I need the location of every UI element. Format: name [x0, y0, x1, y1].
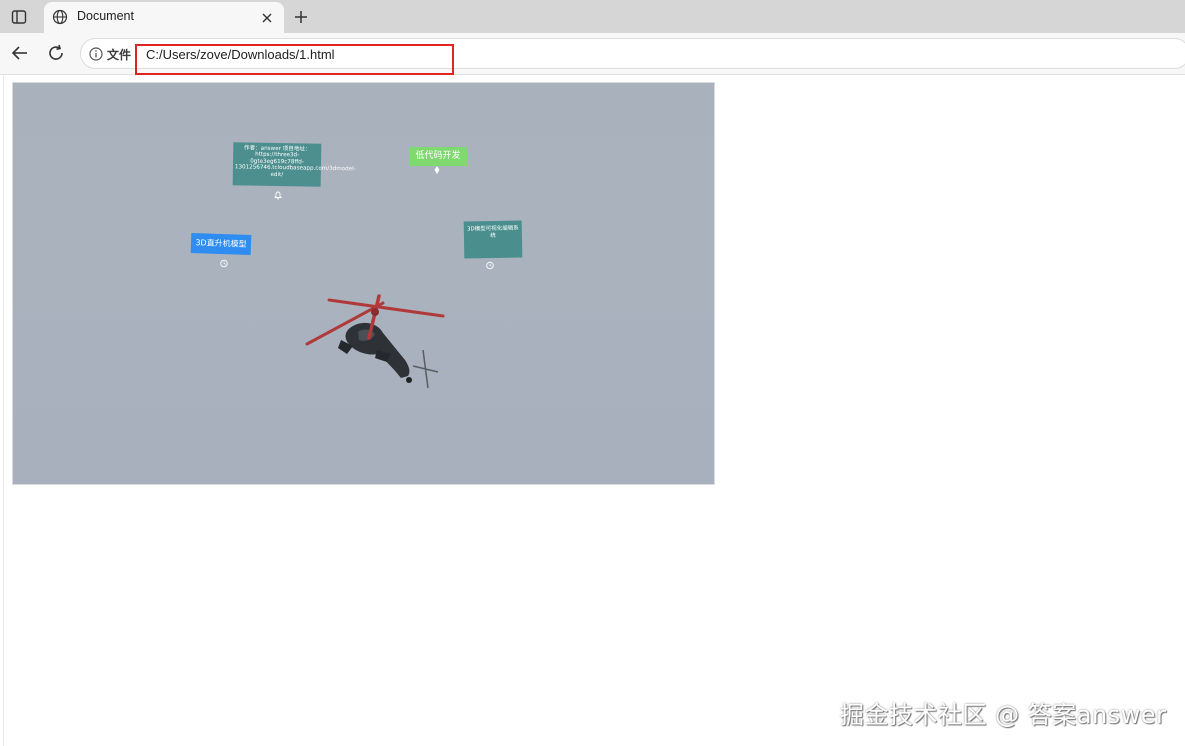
url-annotation-box [135, 44, 454, 75]
rotor-hub [371, 308, 379, 316]
sidebar-toggle-icon[interactable] [8, 6, 30, 28]
reload-icon [49, 44, 63, 60]
author-label-card[interactable]: 作者：answer 项目地址：https://three3d-0gte3eg61… [232, 142, 356, 187]
watermark: 掘金技术社区 @ 答案answer [840, 701, 1167, 729]
model-label-card[interactable]: 3D直升机模型 [190, 232, 252, 256]
close-icon[interactable] [260, 10, 274, 24]
content-divider [3, 75, 4, 746]
bell-icon [273, 191, 283, 200]
tab-title: Document [77, 9, 134, 23]
reload-button[interactable] [44, 41, 68, 65]
new-tab-button[interactable] [290, 6, 312, 28]
tail-wheel [406, 377, 412, 383]
tab-strip: Document [0, 0, 1185, 33]
plus-icon [295, 11, 307, 23]
marker-icon [434, 166, 440, 174]
main-rotor-blade [327, 298, 445, 318]
globe-icon [52, 9, 68, 25]
back-button[interactable] [8, 41, 32, 65]
helicopter-model[interactable] [283, 288, 453, 398]
site-info-label: 文件 [107, 47, 132, 62]
alarm-icon [486, 261, 494, 270]
3d-scene-canvas[interactable]: 作者：answer 项目地址：https://three3d-0gte3eg61… [12, 82, 715, 485]
editor-label-card[interactable]: 3D模型可视化编辑系统 [463, 220, 523, 259]
info-icon [89, 47, 103, 61]
alarm-icon [220, 259, 228, 268]
site-info-button[interactable]: 文件 [89, 46, 131, 62]
low-code-label-card[interactable]: 低代码开发 [409, 147, 467, 166]
tab-document[interactable]: Document [44, 2, 284, 33]
arrow-left-icon [11, 46, 27, 60]
